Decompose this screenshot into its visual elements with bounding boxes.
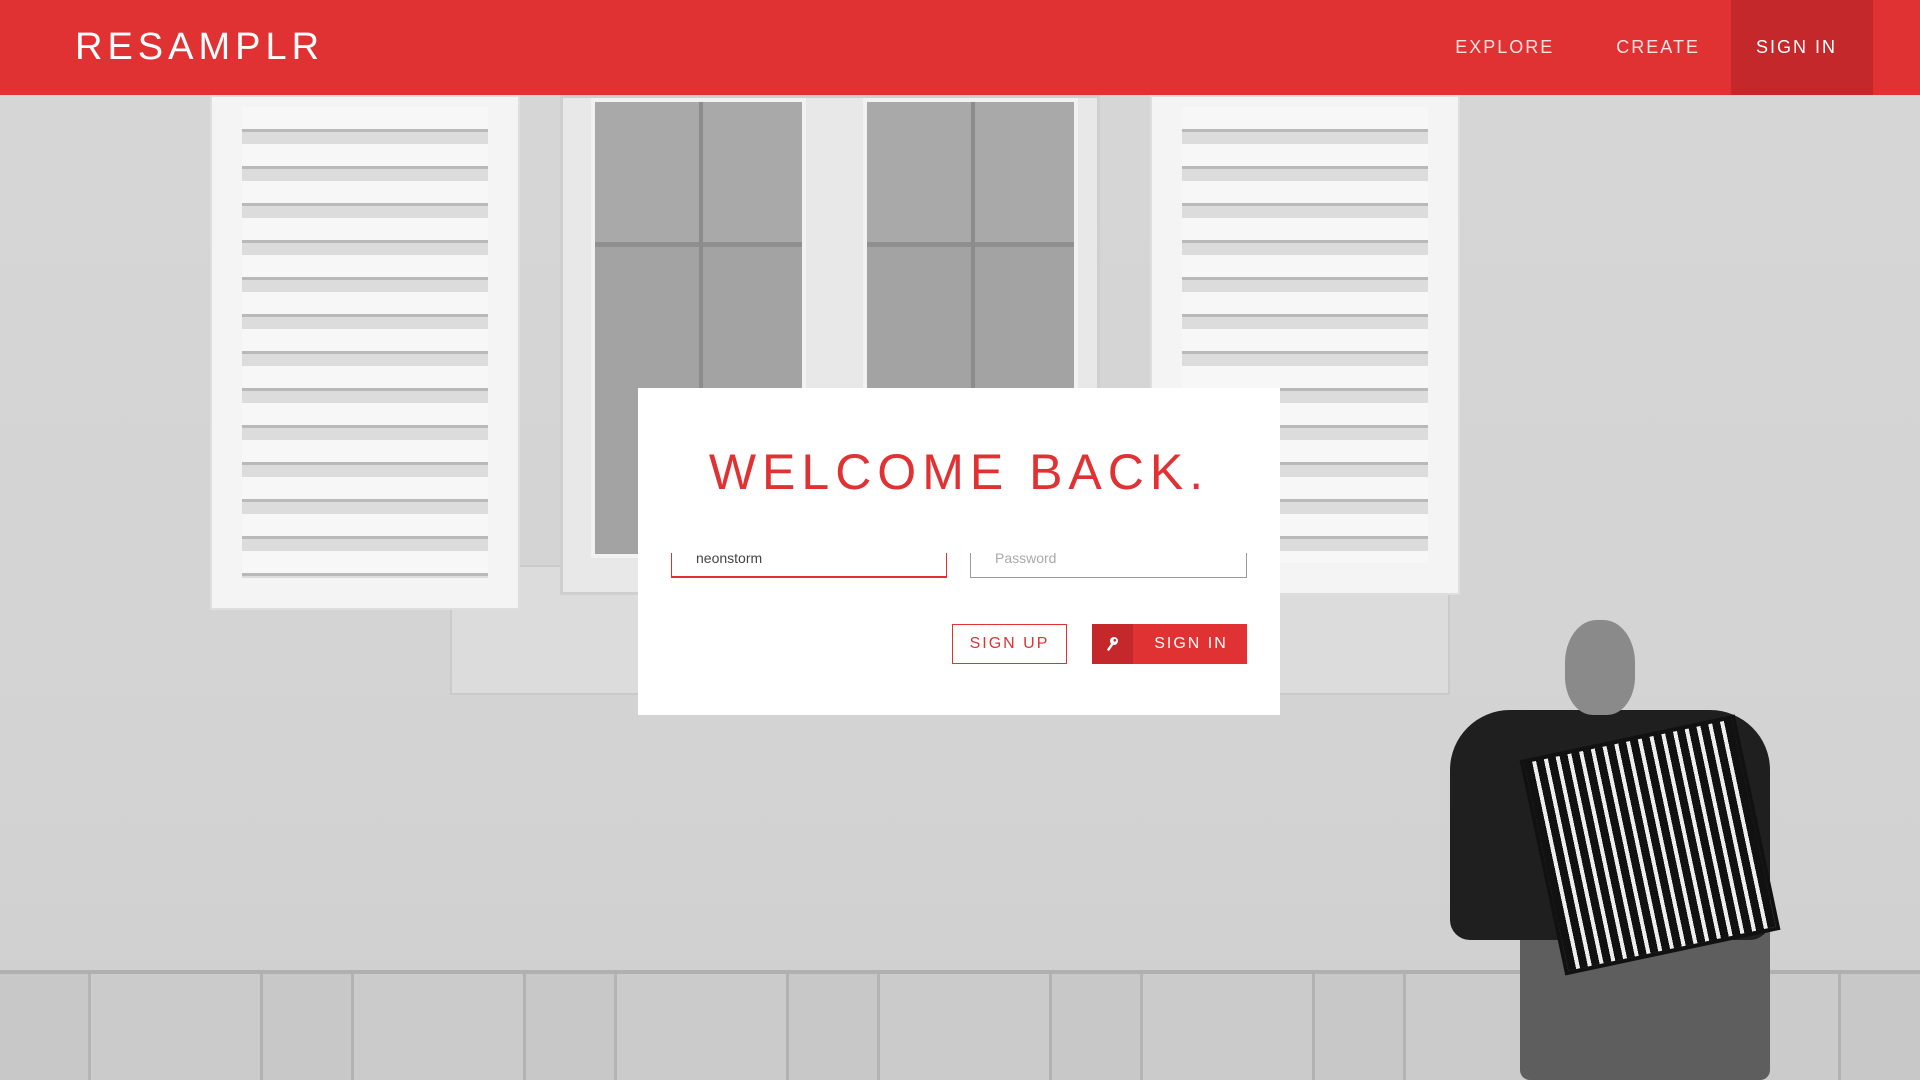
accordion	[1519, 714, 1781, 976]
nav-sign-in[interactable]: SIGN IN	[1730, 0, 1873, 95]
key-icon	[1092, 624, 1133, 664]
username-field	[671, 545, 947, 578]
password-input[interactable]	[971, 545, 1246, 571]
username-input[interactable]	[672, 545, 946, 571]
nav-create[interactable]: CREATE	[1585, 0, 1731, 95]
nav-explore[interactable]: EXPLORE	[1424, 0, 1585, 95]
login-card: WELCOME BACK. SIGN UP SIGN IN	[638, 388, 1280, 715]
password-field	[970, 545, 1247, 578]
shutter-left	[210, 95, 520, 610]
sign-up-button[interactable]: SIGN UP	[952, 624, 1067, 664]
sign-in-button[interactable]: SIGN IN	[1092, 624, 1247, 664]
top-navigation-bar: RESAMPLR EXPLORE CREATE SIGN IN	[0, 0, 1920, 95]
sign-in-button-label: SIGN IN	[1154, 635, 1228, 652]
logo[interactable]: RESAMPLR	[75, 0, 324, 95]
main-nav: EXPLORE CREATE SIGN IN	[1424, 0, 1873, 95]
accordion-player	[1430, 620, 1830, 1080]
welcome-heading: WELCOME BACK.	[708, 444, 1210, 500]
